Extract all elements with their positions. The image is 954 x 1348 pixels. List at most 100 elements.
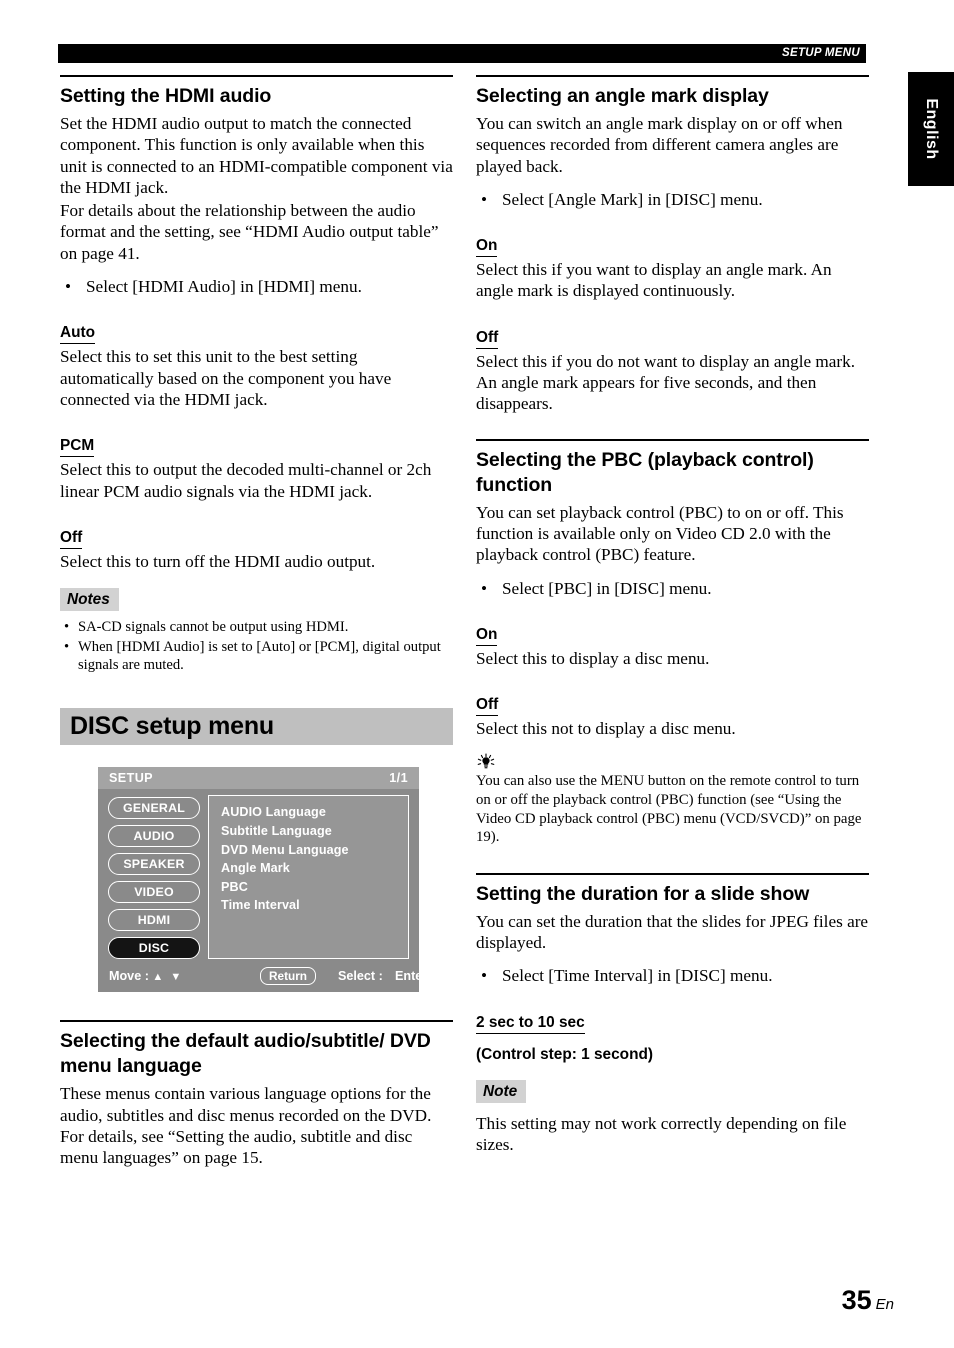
- option-time-range-label: 2 sec to 10 sec: [476, 1013, 585, 1034]
- osd-list-item[interactable]: Time Interval: [221, 896, 408, 915]
- notes-list: • SA-CD signals cannot be output using H…: [60, 618, 453, 674]
- page-title-default-language: Selecting the default audio/subtitle/ DV…: [60, 1020, 453, 1079]
- option-pbc-off-text: Select this not to display a disc menu.: [476, 719, 736, 739]
- language-tab-label: English: [923, 98, 940, 160]
- option-angle-on: On Select this if you want to display an…: [476, 223, 869, 302]
- bullet-dot-icon: •: [481, 966, 488, 986]
- bullet-dot-icon: •: [481, 578, 488, 598]
- osd-title: SETUP: [109, 771, 153, 786]
- option-pbc-on-text: Select this to display a disc menu.: [476, 648, 710, 668]
- osd-tab-speaker[interactable]: SPEAKER: [108, 853, 200, 876]
- osd-page-indicator: 1/1: [389, 771, 408, 786]
- angle-mark-bullet: • Select [Angle Mark] in [DISC] menu.: [476, 189, 869, 210]
- slide-show-bullet: • Select [Time Interval] in [DISC] menu.: [476, 965, 869, 986]
- osd-body: GENERAL AUDIO SPEAKER VIDEO HDMI DISC AU…: [98, 789, 427, 993]
- osd-tab-list: GENERAL AUDIO SPEAKER VIDEO HDMI DISC: [108, 797, 200, 965]
- option-angle-off-text: Select this if you do not want to displa…: [476, 351, 856, 414]
- osd-list-item[interactable]: PBC: [221, 878, 408, 897]
- note-item: • SA-CD signals cannot be output using H…: [60, 618, 453, 636]
- updown-arrows-icon: ▲ ▼: [152, 971, 184, 984]
- option-angle-on-label: On: [476, 236, 498, 258]
- right-column: Selecting an angle mark display You can …: [476, 75, 869, 1163]
- page-title-angle-mark: Selecting an angle mark display: [476, 75, 869, 109]
- osd-footer: Move : ▲ ▼ Return Select : Enter: [98, 964, 427, 992]
- control-step-label: (Control step: 1 second): [476, 1045, 653, 1063]
- osd-tab-general[interactable]: GENERAL: [108, 797, 200, 820]
- hdmi-audio-bullet-text: Select [HDMI Audio] in [HDMI] menu.: [86, 277, 362, 297]
- note-item-text: SA-CD signals cannot be output using HDM…: [78, 619, 349, 636]
- option-off: Off Select this to turn off the HDMI aud…: [60, 515, 453, 572]
- osd-enter-label: Enter: [395, 969, 428, 984]
- option-angle-on-text: Select this if you want to display an an…: [476, 260, 832, 301]
- language-tab: English: [908, 72, 954, 186]
- tip-block: You can also use the MENU button on the …: [476, 753, 869, 846]
- option-pbc-off-label: Off: [476, 695, 499, 717]
- page-title-slide-show: Setting the duration for a slide show: [476, 872, 869, 907]
- osd-list-item[interactable]: Angle Mark: [221, 859, 408, 878]
- lightbulb-tip-icon: [476, 753, 869, 771]
- option-angle-off: Off Select this if you do not want to di…: [476, 315, 869, 415]
- pbc-bullet: • Select [PBC] in [DISC] menu.: [476, 578, 869, 599]
- default-language-paragraph: These menus contain various language opt…: [60, 1084, 432, 1168]
- section-pbc: Selecting the PBC (playback control) fun…: [476, 438, 869, 847]
- section-hdmi-audio: Setting the HDMI audio Set the HDMI audi…: [60, 75, 453, 674]
- section-slide-show: Setting the duration for a slide show Yo…: [476, 872, 869, 1155]
- section-angle-mark: Selecting an angle mark display You can …: [476, 75, 869, 415]
- slide-show-bullet-text: Select [Time Interval] in [DISC] menu.: [502, 966, 773, 986]
- osd-item-list: AUDIO Language Subtitle Language DVD Men…: [208, 795, 409, 960]
- left-column: Setting the HDMI audio Set the HDMI audi…: [60, 75, 453, 1177]
- slide-show-paragraph: You can set the duration that the slides…: [476, 911, 869, 953]
- note-dot-icon: •: [64, 619, 70, 636]
- angle-mark-bullet-text: Select [Angle Mark] in [DISC] menu.: [502, 189, 763, 209]
- option-off-label: Off: [60, 528, 83, 549]
- hdmi-audio-paragraph-1: Set the HDMI audio output to match the c…: [60, 114, 453, 197]
- option-time-range: 2 sec to 10 sec: [476, 1000, 869, 1034]
- osd-list-item[interactable]: AUDIO Language: [221, 803, 408, 822]
- option-auto-text: Select this to set this unit to the best…: [60, 347, 392, 409]
- page-number: 35: [841, 1285, 872, 1315]
- osd-header: SETUP 1/1: [98, 767, 419, 790]
- angle-mark-paragraph: You can switch an angle mark display on …: [476, 114, 843, 176]
- bullet-dot-icon: •: [481, 189, 488, 209]
- osd-tab-disc[interactable]: DISC: [108, 937, 200, 960]
- running-head-bar: SETUP MENU: [58, 44, 866, 63]
- chapter-banner-disc-setup-menu: DISC setup menu: [60, 708, 453, 746]
- running-head-label: SETUP MENU: [782, 47, 860, 59]
- option-auto-label: Auto: [60, 323, 96, 345]
- osd-select-label: Select :: [338, 969, 383, 984]
- option-auto: Auto Select this to set this unit to the…: [60, 310, 453, 410]
- page-number-suffix: En: [875, 1296, 894, 1313]
- option-angle-off-label: Off: [476, 328, 499, 349]
- pbc-bullet-text: Select [PBC] in [DISC] menu.: [502, 578, 712, 598]
- osd-setup-screen: SETUP 1/1 GENERAL AUDIO SPEAKER VIDEO HD…: [98, 767, 427, 993]
- option-pcm: PCM Select this to output the decoded mu…: [60, 423, 453, 502]
- note-dot-icon: •: [64, 638, 70, 655]
- hdmi-audio-paragraph-2: For details about the relationship betwe…: [60, 201, 439, 263]
- option-pbc-on: On Select this to display a disc menu.: [476, 612, 869, 669]
- osd-move-hint: Move : ▲ ▼: [109, 969, 183, 983]
- page-footer: 35 En: [842, 1285, 894, 1316]
- section-default-language: Selecting the default audio/subtitle/ DV…: [60, 1020, 453, 1168]
- osd-tab-audio[interactable]: AUDIO: [108, 825, 200, 848]
- option-pcm-text: Select this to output the decoded multi-…: [60, 460, 432, 501]
- chapter-banner-title: DISC setup menu: [70, 712, 274, 741]
- note-badge: Note: [476, 1079, 527, 1103]
- note-text: This setting may not work correctly depe…: [476, 1113, 847, 1155]
- osd-tab-video[interactable]: VIDEO: [108, 881, 200, 904]
- osd-move-label: Move :: [109, 969, 149, 984]
- osd-list-item[interactable]: Subtitle Language: [221, 822, 408, 841]
- page-title-pbc: Selecting the PBC (playback control) fun…: [476, 438, 869, 498]
- option-pbc-on-label: On: [476, 625, 498, 646]
- bullet-dot-icon: •: [65, 277, 72, 297]
- option-pcm-label: PCM: [60, 436, 95, 458]
- hdmi-audio-bullet: • Select [HDMI Audio] in [HDMI] menu.: [60, 276, 453, 297]
- osd-tab-hdmi[interactable]: HDMI: [108, 909, 200, 932]
- page-title-hdmi-audio: Setting the HDMI audio: [60, 75, 453, 109]
- option-pbc-off: Off Select this not to display a disc me…: [476, 682, 869, 739]
- note-item-text: When [HDMI Audio] is set to [Auto] or [P…: [78, 638, 441, 673]
- osd-return-button[interactable]: Return: [260, 967, 317, 986]
- note-item: • When [HDMI Audio] is set to [Auto] or …: [60, 638, 453, 675]
- pbc-paragraph: You can set playback control (PBC) to on…: [476, 502, 844, 565]
- osd-list-item[interactable]: DVD Menu Language: [221, 841, 408, 860]
- option-off-text: Select this to turn off the HDMI audio o…: [60, 551, 376, 571]
